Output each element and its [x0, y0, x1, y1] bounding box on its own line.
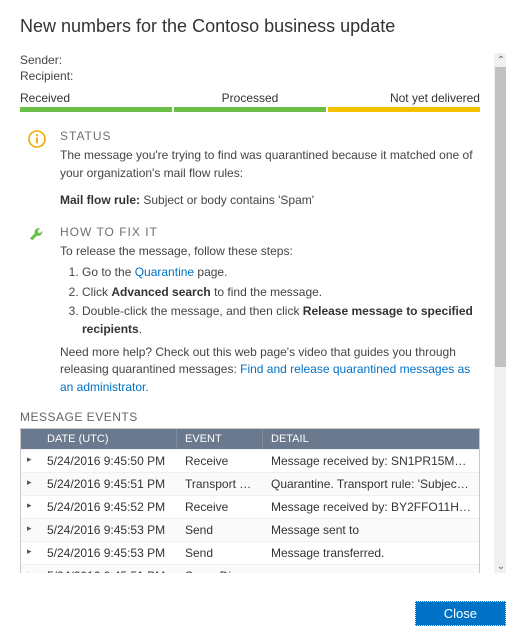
- fix-step-2: Click Advanced search to find the messag…: [82, 284, 480, 301]
- fix-section: HOW TO FIX IT To release the message, fo…: [28, 224, 480, 397]
- events-heading: MESSAGE EVENTS: [20, 410, 480, 424]
- sender-label: Sender:: [20, 53, 62, 67]
- table-row[interactable]: 5/24/2016 9:45:53 PMSendMessage transfer…: [21, 541, 479, 564]
- cell-detail: Message sent to: [263, 519, 479, 541]
- scrollbar[interactable]: ⌃ ⌄: [494, 53, 506, 573]
- dialog-footer: Close: [415, 601, 506, 626]
- rule-label: Mail flow rule:: [60, 193, 140, 207]
- progress-bar: [20, 107, 480, 112]
- delivery-progress: Received Processed Not yet delivered: [20, 91, 480, 112]
- table-row[interactable]: 5/24/2016 9:45:50 PMReceiveMessage recei…: [21, 449, 479, 472]
- events-table: DATE (UTC) EVENT DETAIL 5/24/2016 9:45:5…: [20, 428, 480, 573]
- table-row[interactable]: 5/24/2016 9:45:52 PMReceiveMessage recei…: [21, 495, 479, 518]
- cell-date: 5/24/2016 9:45:53 PM: [39, 519, 177, 541]
- status-section: STATUS The message you're trying to find…: [28, 128, 480, 210]
- table-row[interactable]: 5/24/2016 9:45:51 PMTransport ruleQuaran…: [21, 472, 479, 495]
- cell-event: Send: [177, 542, 263, 564]
- stage-processed: Processed: [173, 91, 326, 105]
- cell-date: 5/24/2016 9:45:50 PM: [39, 450, 177, 472]
- col-detail[interactable]: DETAIL: [263, 429, 479, 449]
- table-row[interactable]: 5/24/2016 9:45:51 PMSpam Diagno…: [21, 564, 479, 573]
- stage-not-delivered: Not yet delivered: [327, 91, 480, 105]
- cell-detail: Message transferred.: [263, 542, 479, 564]
- scrollbar-thumb[interactable]: [495, 67, 506, 367]
- status-text: The message you're trying to find was qu…: [60, 147, 480, 182]
- cell-detail: Quarantine. Transport rule: 'Subject or …: [263, 473, 479, 495]
- rule-value: Subject or body contains 'Spam': [143, 193, 314, 207]
- quarantine-link[interactable]: Quarantine: [135, 265, 194, 279]
- expand-icon[interactable]: [21, 565, 39, 573]
- events-header-row: DATE (UTC) EVENT DETAIL: [21, 429, 479, 449]
- cell-date: 5/24/2016 9:45:52 PM: [39, 496, 177, 518]
- fix-heading: HOW TO FIX IT: [60, 224, 480, 241]
- table-row[interactable]: 5/24/2016 9:45:53 PMSendMessage sent to: [21, 518, 479, 541]
- sender-row: Sender:: [20, 53, 480, 67]
- fix-intro: To release the message, follow these ste…: [60, 243, 480, 260]
- message-trace-dialog: New numbers for the Contoso business upd…: [0, 0, 520, 638]
- cell-detail: Message received by: SN1PR15MB0173: [263, 450, 479, 472]
- cell-date: 5/24/2016 9:45:51 PM: [39, 473, 177, 495]
- fix-steps: Go to the Quarantine page. Click Advance…: [60, 264, 480, 338]
- scroll-down-icon[interactable]: ⌄: [494, 559, 506, 573]
- cell-date: 5/24/2016 9:45:51 PM: [39, 565, 177, 573]
- wrench-icon: [28, 224, 48, 397]
- col-date[interactable]: DATE (UTC): [39, 429, 177, 449]
- scroll-up-icon[interactable]: ⌃: [494, 53, 506, 67]
- info-icon: [28, 128, 48, 210]
- scroll-area: Sender: Recipient: Received Processed No…: [20, 53, 506, 573]
- col-event[interactable]: EVENT: [177, 429, 263, 449]
- expand-icon[interactable]: [21, 450, 39, 472]
- close-button[interactable]: Close: [415, 601, 506, 626]
- recipient-label: Recipient:: [20, 69, 73, 83]
- expand-icon[interactable]: [21, 542, 39, 564]
- stage-received: Received: [20, 91, 173, 105]
- cell-event: Spam Diagno…: [177, 565, 263, 573]
- fix-help: Need more help? Check out this web page'…: [60, 344, 480, 396]
- cell-event: Send: [177, 519, 263, 541]
- recipient-row: Recipient:: [20, 69, 480, 83]
- cell-detail: Message received by: BY2FFO11HUB014: [263, 496, 479, 518]
- status-heading: STATUS: [60, 128, 480, 145]
- expand-icon[interactable]: [21, 519, 39, 541]
- dialog-title: New numbers for the Contoso business upd…: [20, 16, 506, 37]
- expand-icon[interactable]: [21, 496, 39, 518]
- expand-icon[interactable]: [21, 473, 39, 495]
- cell-event: Receive: [177, 450, 263, 472]
- cell-event: Transport rule: [177, 473, 263, 495]
- cell-detail: [263, 565, 479, 573]
- cell-event: Receive: [177, 496, 263, 518]
- fix-step-3: Double-click the message, and then click…: [82, 303, 480, 338]
- cell-date: 5/24/2016 9:45:53 PM: [39, 542, 177, 564]
- fix-step-1: Go to the Quarantine page.: [82, 264, 480, 281]
